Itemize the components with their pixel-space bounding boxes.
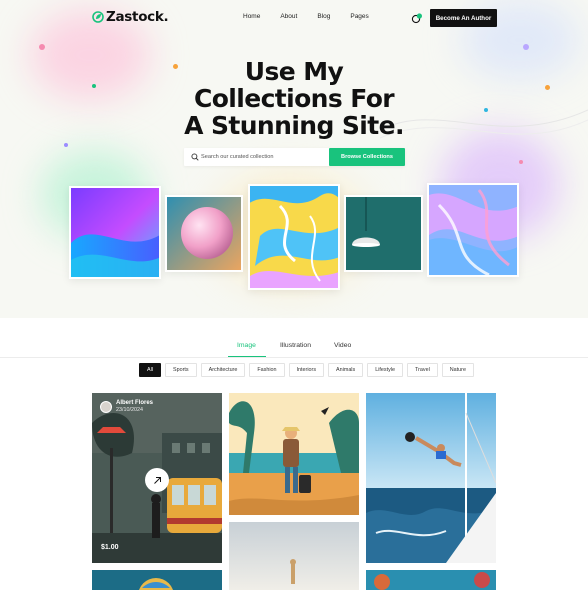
- item-price: $1.00: [101, 544, 119, 551]
- hero-image-fluid-art[interactable]: [248, 184, 340, 290]
- author-name: Albert Flores: [116, 400, 154, 406]
- open-item-button[interactable]: [145, 468, 169, 492]
- browse-collections-button[interactable]: Browse Collections: [329, 148, 405, 166]
- filter-animals[interactable]: Animals: [328, 363, 364, 377]
- filter-sports[interactable]: Sports: [165, 363, 197, 377]
- photo-hot-air-balloons: [366, 570, 496, 590]
- decor-dot: [39, 44, 45, 50]
- gallery-card-balloons[interactable]: [366, 570, 496, 590]
- shopping-bag-icon[interactable]: [411, 12, 423, 24]
- avatar: [100, 401, 112, 413]
- hero-image-purple-waves[interactable]: [69, 186, 161, 279]
- nav-blog[interactable]: Blog: [317, 13, 330, 20]
- tab-image[interactable]: Image: [237, 342, 256, 349]
- filter-interiors[interactable]: Interiors: [288, 363, 325, 377]
- photo-globe: [92, 570, 222, 590]
- filter-lifestyle[interactable]: Lifestyle: [367, 363, 403, 377]
- gallery-card-globe[interactable]: [92, 570, 222, 590]
- gallery-card-beach[interactable]: [229, 393, 359, 515]
- hero-section: Zastock. Home About Blog Pages Become An…: [0, 0, 588, 318]
- filter-fashion[interactable]: Fashion: [249, 363, 285, 377]
- headline-line-3: A Stunning Site.: [184, 111, 404, 140]
- decor-dot: [64, 143, 68, 147]
- search-input[interactable]: [201, 148, 326, 166]
- main-menu: Home About Blog Pages: [243, 13, 389, 20]
- author-date: 23/10/2024: [116, 407, 143, 413]
- nav-pages[interactable]: Pages: [350, 13, 368, 20]
- search-bar: Browse Collections: [184, 148, 405, 166]
- gallery-card-sunset[interactable]: [229, 522, 359, 590]
- decor-dot: [519, 160, 523, 164]
- author-badge[interactable]: Albert Flores 23/10/2024: [100, 400, 153, 414]
- headline-line-2: Collections For: [193, 84, 395, 113]
- photo-sailing-jump: [366, 393, 496, 563]
- filter-nature[interactable]: Nature: [441, 363, 474, 377]
- hero-headline: Use My Collections For A Stunning Site.: [0, 58, 588, 139]
- filter-travel[interactable]: Travel: [407, 363, 438, 377]
- tab-video[interactable]: Video: [334, 342, 351, 349]
- arrow-up-right-icon: [153, 476, 161, 484]
- search-icon: [191, 153, 199, 161]
- photo-person-sunset: [229, 522, 359, 590]
- hero-image-orb[interactable]: [165, 195, 243, 272]
- headline-line-1: Use My: [244, 57, 344, 86]
- nav-home[interactable]: Home: [243, 13, 260, 20]
- filter-all[interactable]: All: [139, 363, 161, 377]
- gallery-card-featured[interactable]: Albert Flores 23/10/2024 $1.00: [92, 393, 222, 563]
- filter-architecture[interactable]: Architecture: [200, 363, 246, 377]
- decor-dot: [523, 44, 529, 50]
- divider: [0, 357, 588, 358]
- media-tabs: Image Illustration Video: [0, 336, 588, 358]
- leaf-logo-icon: [92, 11, 104, 23]
- illustration-beach-traveler: [229, 393, 359, 515]
- category-filters: All Sports Architecture Fashion Interior…: [139, 363, 474, 377]
- become-author-button[interactable]: Become An Author: [430, 9, 497, 27]
- logo[interactable]: Zastock.: [92, 9, 169, 25]
- hero-image-marble[interactable]: [427, 183, 519, 277]
- hero-image-lamp[interactable]: [344, 195, 423, 272]
- tab-illustration[interactable]: Illustration: [280, 342, 311, 349]
- gallery-card-sailboat[interactable]: [366, 393, 496, 563]
- logo-text: Zastock.: [106, 9, 169, 25]
- top-nav: Zastock. Home About Blog Pages Become An…: [0, 0, 588, 36]
- nav-about[interactable]: About: [280, 13, 297, 20]
